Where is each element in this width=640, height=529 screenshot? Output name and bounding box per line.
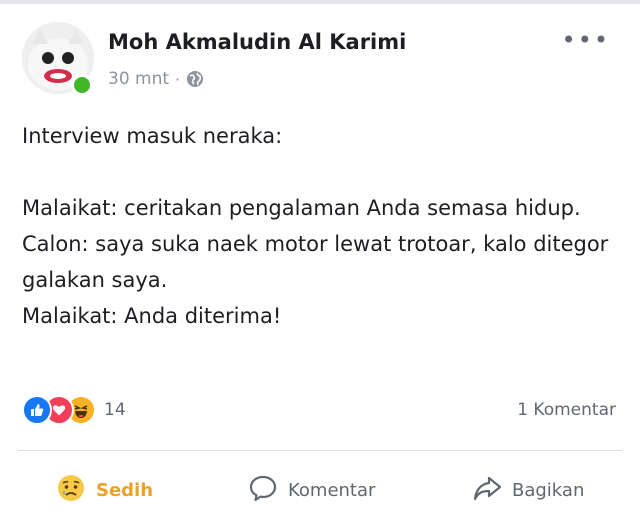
top-divider [0,0,640,4]
reaction-count: 14 [104,400,126,420]
globe-icon [186,70,204,88]
post-body: Interview masuk neraka: Malaikat: cerita… [22,118,622,334]
share-arrow-icon [472,473,502,508]
sad-face-icon [56,473,86,508]
like-icon [22,395,52,425]
meta-separator: · [175,69,181,89]
comment-bubble-icon [248,473,278,508]
post-meta: 30 mnt · [108,68,204,90]
post-line: Malaikat: ceritakan pengalaman Anda sema… [22,196,581,220]
comment-button[interactable]: Komentar [248,466,375,514]
comment-label: Komentar [288,479,376,501]
online-status-indicator [71,74,93,96]
comments-count-link[interactable]: 1 Komentar [517,400,616,420]
post-line: Malaikat: Anda diterima! [22,304,282,328]
author-name[interactable]: Moh Akmaludin Al Karimi [108,30,406,54]
post-line: Interview masuk neraka: [22,124,283,148]
reactions-summary[interactable]: 14 [22,395,126,425]
sad-reaction-label: Sedih [96,479,154,501]
more-options-icon[interactable]: ••• [562,28,610,52]
action-bar: Sedih Komentar Bagikan [0,466,640,514]
share-button[interactable]: Bagikan [472,466,584,514]
sad-reaction-button[interactable]: Sedih [56,466,153,514]
post-line: Calon: saya suka naek motor lewat trotoa… [22,232,609,292]
share-label: Bagikan [512,479,585,501]
actions-divider [18,450,622,451]
post-timestamp[interactable]: 30 mnt [108,69,169,89]
